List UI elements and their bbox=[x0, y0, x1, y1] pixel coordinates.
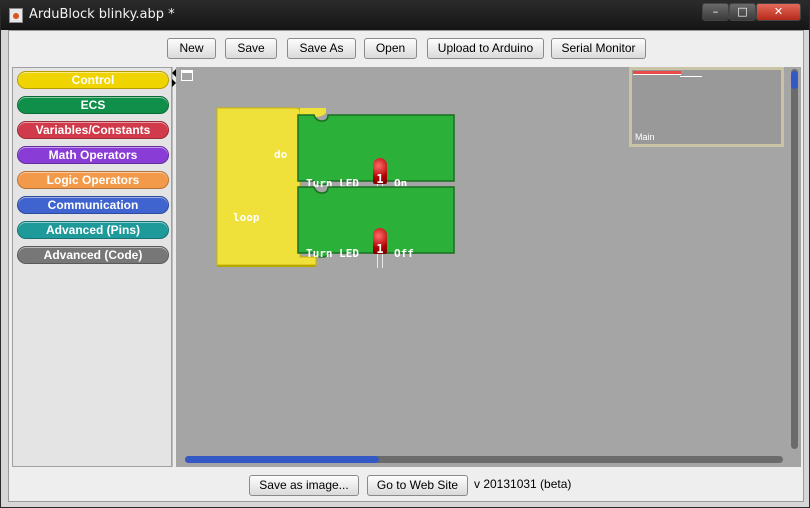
palette-advanced-code[interactable]: Advanced (Code) bbox=[17, 246, 169, 264]
loop-do-label: do bbox=[274, 148, 288, 161]
save-button[interactable]: Save bbox=[225, 38, 277, 59]
palette-math-operators[interactable]: Math Operators bbox=[17, 146, 169, 164]
vertical-scrollbar[interactable] bbox=[787, 67, 801, 451]
main-frame: New Save Save As Open Upload to Arduino … bbox=[8, 30, 804, 502]
palette-communication[interactable]: Communication bbox=[17, 196, 169, 214]
palette-advanced-pins[interactable]: Advanced (Pins) bbox=[17, 221, 169, 239]
palette-control[interactable]: Control bbox=[17, 71, 169, 89]
vertical-scroll-thumb[interactable] bbox=[791, 71, 798, 89]
open-button[interactable]: Open bbox=[364, 38, 417, 59]
save-as-button[interactable]: Save As bbox=[287, 38, 356, 59]
led-off-text: Turn LED bbox=[306, 247, 359, 260]
java-app-icon bbox=[9, 8, 23, 23]
workspace-minimap[interactable]: Main bbox=[629, 67, 784, 147]
new-button[interactable]: New bbox=[167, 38, 216, 59]
go-to-web-site-button[interactable]: Go to Web Site bbox=[367, 475, 468, 496]
workspace-window-icon[interactable] bbox=[181, 70, 193, 81]
palette-logic-operators[interactable]: Logic Operators bbox=[17, 171, 169, 189]
led-off-pin[interactable]: 1 bbox=[373, 242, 387, 256]
close-button[interactable]: ✕ bbox=[756, 3, 801, 21]
minimize-button[interactable]: – bbox=[702, 3, 729, 21]
block-workspace[interactable]: do loop Turn LED 1 On Turn LED 1 Off Mai… bbox=[176, 67, 801, 467]
minimap-label: Main bbox=[635, 132, 655, 142]
loop-label: loop bbox=[233, 211, 260, 224]
led-off-icon[interactable]: 1 bbox=[373, 228, 387, 268]
led-off-state: Off bbox=[394, 247, 414, 260]
title-bar[interactable]: ArduBlock blinky.abp * – □ ✕ bbox=[1, 1, 809, 30]
palette-ecs[interactable]: ECS bbox=[17, 96, 169, 114]
minimap-viewport[interactable] bbox=[633, 71, 681, 75]
toolbar: New Save Save As Open Upload to Arduino … bbox=[9, 31, 803, 65]
window-title: ArduBlock blinky.abp * bbox=[29, 7, 175, 22]
horizontal-scroll-thumb[interactable] bbox=[185, 456, 379, 463]
upload-to-arduino-button[interactable]: Upload to Arduino bbox=[427, 38, 544, 59]
serial-monitor-button[interactable]: Serial Monitor bbox=[551, 38, 646, 59]
save-as-image-button[interactable]: Save as image... bbox=[249, 475, 359, 496]
version-label: v 20131031 (beta) bbox=[474, 477, 572, 491]
footer-bar: Save as image... Go to Web Site v 201310… bbox=[9, 468, 803, 501]
horizontal-scrollbar[interactable] bbox=[176, 451, 787, 467]
minimap-blocks bbox=[680, 76, 702, 77]
block-palette: Control ECS Variables/Constants Math Ope… bbox=[12, 67, 172, 467]
app-window: ArduBlock blinky.abp * – □ ✕ New Save Sa… bbox=[0, 0, 810, 508]
palette-variables-constants[interactable]: Variables/Constants bbox=[17, 121, 169, 139]
maximize-button[interactable]: □ bbox=[729, 3, 756, 21]
